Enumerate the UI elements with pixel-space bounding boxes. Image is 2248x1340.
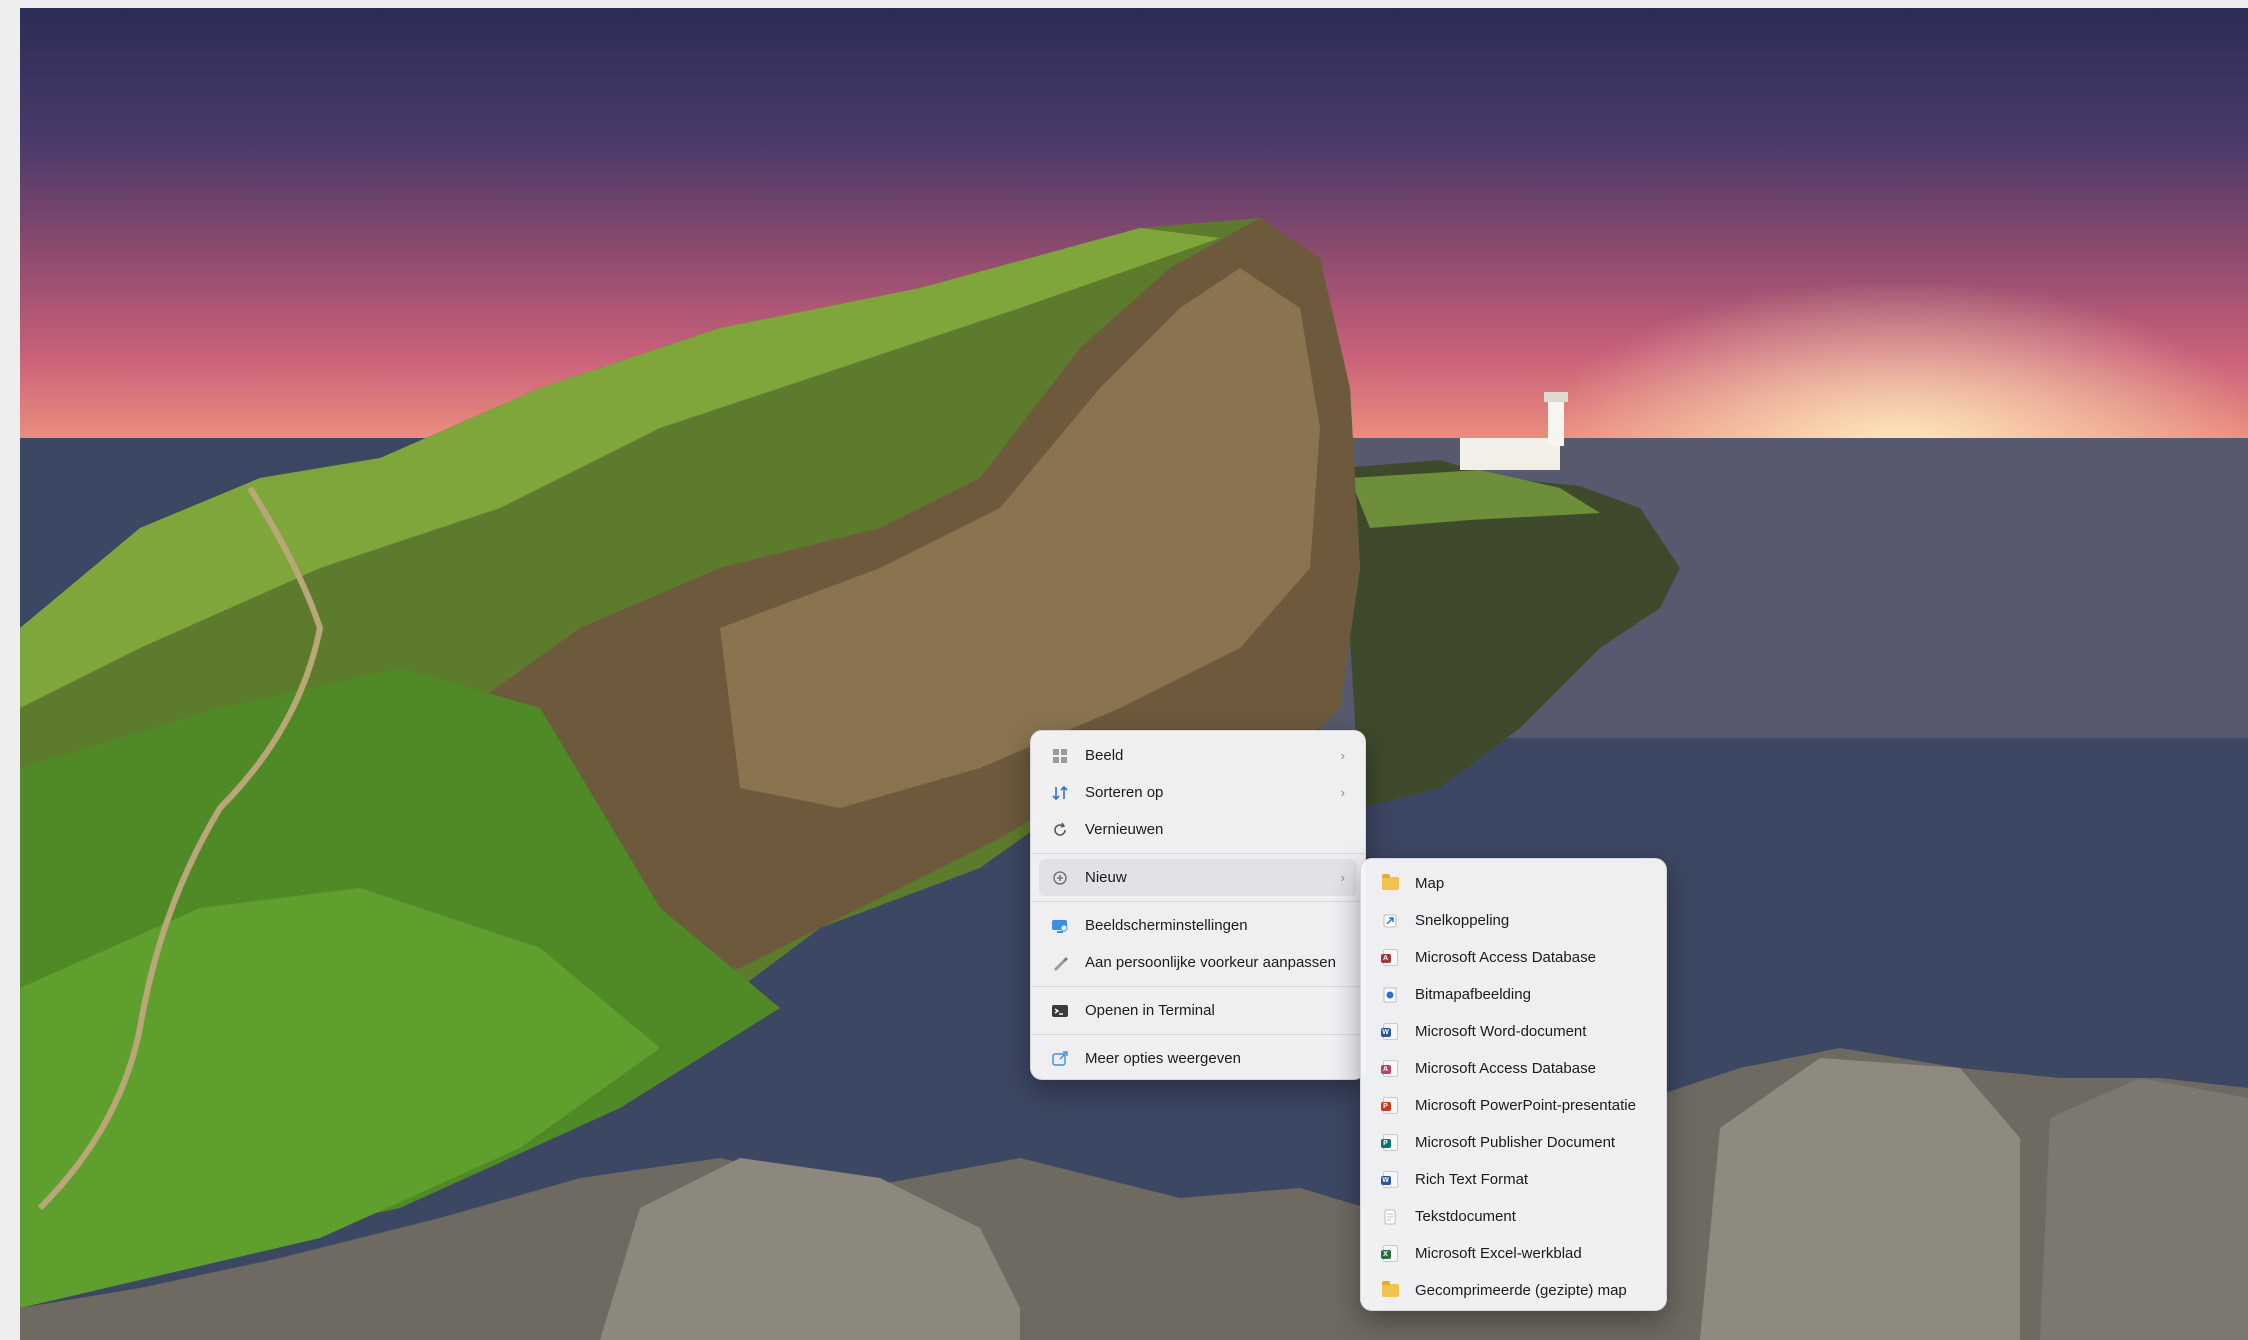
menu-item-openen-in-terminal[interactable]: Openen in Terminal (1039, 992, 1357, 1029)
menu-item-beeldscherminstellingen[interactable]: Beeldscherminstellingen (1039, 907, 1357, 944)
excel-icon: X (1380, 1245, 1399, 1263)
new-item-powerpoint[interactable]: P Microsoft PowerPoint-presentatie (1369, 1087, 1658, 1124)
menu-item-label: Gecomprimeerde (gezipte) map (1415, 1282, 1627, 1299)
desktop-context-menu: Beeld › Sorteren op › Vernieuwen Nieuw ›… (1030, 730, 1366, 1080)
display-settings-icon (1051, 917, 1069, 935)
menu-separator (1031, 901, 1365, 902)
folder-icon (1381, 874, 1399, 893)
new-submenu: Map Snelkoppeling A Microsoft Access Dat… (1360, 858, 1667, 1311)
menu-item-vernieuwen[interactable]: Vernieuwen (1039, 811, 1357, 848)
brush-icon (1051, 954, 1069, 972)
menu-item-label: Map (1415, 875, 1445, 892)
menu-item-label: Openen in Terminal (1085, 1002, 1215, 1019)
menu-item-label: Microsoft Word-document (1415, 1023, 1587, 1040)
new-item-access-database-2[interactable]: A Microsoft Access Database (1369, 1050, 1658, 1087)
menu-item-personaliseren[interactable]: Aan persoonlijke voorkeur aanpassen (1039, 944, 1357, 981)
menu-item-nieuw[interactable]: Nieuw › (1039, 859, 1357, 896)
menu-item-label: Sorteren op (1085, 784, 1164, 801)
menu-item-meer-opties[interactable]: Meer opties weergeven (1039, 1040, 1357, 1077)
text-document-icon (1381, 1208, 1399, 1226)
new-item-access-database[interactable]: A Microsoft Access Database (1369, 939, 1658, 976)
menu-item-label: Bitmapafbeelding (1415, 986, 1531, 1003)
menu-item-label: Beeld (1085, 747, 1124, 764)
wallpaper-landscape (20, 218, 2248, 1340)
publisher-icon: P (1380, 1134, 1399, 1152)
menu-item-label: Microsoft PowerPoint-presentatie (1415, 1097, 1636, 1114)
desktop-wallpaper[interactable]: Beeld › Sorteren op › Vernieuwen Nieuw ›… (20, 8, 2248, 1340)
menu-item-label: Microsoft Excel-werkblad (1415, 1245, 1582, 1262)
menu-item-label: Beeldscherminstellingen (1085, 917, 1248, 934)
word-icon: W (1380, 1023, 1399, 1041)
menu-item-label: Microsoft Publisher Document (1415, 1134, 1616, 1151)
access-icon: A (1380, 1060, 1399, 1078)
chevron-right-icon: › (1340, 785, 1345, 800)
terminal-icon (1051, 1002, 1069, 1020)
new-item-snelkoppeling[interactable]: Snelkoppeling (1369, 902, 1658, 939)
menu-item-label: Vernieuwen (1085, 821, 1164, 838)
zip-folder-icon (1381, 1281, 1399, 1300)
new-item-publisher[interactable]: P Microsoft Publisher Document (1369, 1124, 1658, 1161)
new-item-tekstdocument[interactable]: Tekstdocument (1369, 1198, 1658, 1235)
refresh-icon (1051, 821, 1069, 839)
menu-item-beeld[interactable]: Beeld › (1039, 737, 1357, 774)
share-more-icon (1051, 1050, 1069, 1068)
shortcut-icon (1381, 912, 1399, 930)
menu-item-label: Rich Text Format (1415, 1171, 1529, 1188)
menu-separator (1031, 853, 1365, 854)
menu-item-label: Microsoft Access Database (1415, 949, 1596, 966)
menu-item-label: Meer opties weergeven (1085, 1050, 1241, 1067)
menu-item-label: Snelkoppeling (1415, 912, 1510, 929)
new-item-map[interactable]: Map (1369, 865, 1658, 902)
menu-item-sorteren-op[interactable]: Sorteren op › (1039, 774, 1357, 811)
new-item-rich-text-format[interactable]: W Rich Text Format (1369, 1161, 1658, 1198)
new-item-excel-werkblad[interactable]: X Microsoft Excel-werkblad (1369, 1235, 1658, 1272)
chevron-right-icon: › (1340, 748, 1345, 763)
powerpoint-icon: P (1380, 1097, 1399, 1115)
menu-separator (1031, 1034, 1365, 1035)
new-plus-icon (1051, 869, 1069, 887)
sort-icon (1051, 784, 1069, 802)
chevron-right-icon: › (1340, 870, 1345, 885)
access-icon: A (1380, 949, 1399, 967)
menu-item-label: Microsoft Access Database (1415, 1060, 1596, 1077)
new-item-zip-map[interactable]: Gecomprimeerde (gezipte) map (1369, 1272, 1658, 1309)
new-item-bitmapafbeelding[interactable]: Bitmapafbeelding (1369, 976, 1658, 1013)
menu-item-label: Tekstdocument (1415, 1208, 1516, 1225)
grid-icon (1051, 747, 1069, 765)
bitmap-icon (1381, 986, 1399, 1004)
menu-item-label: Aan persoonlijke voorkeur aanpassen (1085, 954, 1336, 971)
rtf-icon: W (1380, 1171, 1399, 1189)
menu-separator (1031, 986, 1365, 987)
new-item-word-document[interactable]: W Microsoft Word-document (1369, 1013, 1658, 1050)
menu-item-label: Nieuw (1085, 869, 1127, 886)
